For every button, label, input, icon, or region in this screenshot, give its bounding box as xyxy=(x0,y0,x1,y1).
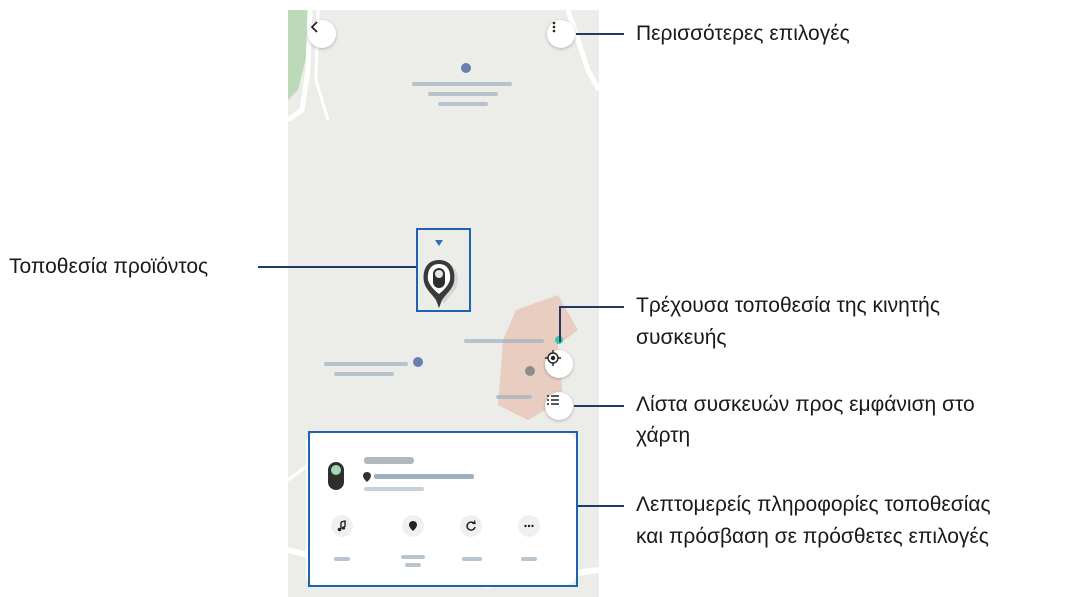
more-options-button[interactable] xyxy=(547,20,575,48)
callout-current-location-line2: συσκευής xyxy=(636,326,727,349)
callout-line-current-location-vertical xyxy=(559,306,561,342)
map-place-label xyxy=(428,92,498,96)
map-place-label xyxy=(496,395,532,399)
vertical-dots-icon xyxy=(552,21,556,33)
road xyxy=(565,10,599,92)
callout-current-location-line1: Τρέχουσα τοποθεσία της κινητής xyxy=(636,294,940,317)
callout-details-line1: Λεπτομερείς πληροφορίες τοποθεσίας xyxy=(636,493,991,516)
device-list-button[interactable] xyxy=(545,392,573,420)
callout-more-options: Περισσότερες επιλογές xyxy=(636,22,850,45)
details-card-highlight xyxy=(308,431,578,587)
map-place-label xyxy=(324,362,408,366)
map-place-label xyxy=(412,82,512,86)
map-place-label xyxy=(464,339,544,343)
callout-device-list-line2: χάρτη xyxy=(636,424,691,447)
map-place-label xyxy=(334,372,394,376)
callout-line-product-location xyxy=(258,266,416,268)
poi-marker xyxy=(413,357,423,367)
list-icon xyxy=(547,395,559,405)
map-place-label xyxy=(438,102,488,106)
chevron-left-icon xyxy=(310,21,318,33)
callout-line-device-list xyxy=(574,405,624,407)
current-location-button[interactable] xyxy=(545,350,573,378)
callout-line-details xyxy=(578,505,624,507)
callout-line-current-location xyxy=(560,306,624,308)
callout-product-location: Τοποθεσία προϊόντος xyxy=(9,255,209,278)
target-icon xyxy=(545,350,561,366)
callout-line-more-options xyxy=(576,33,624,35)
callout-device-list-line1: Λίστα συσκευών προς εμφάνιση στο xyxy=(636,393,975,416)
product-location-highlight xyxy=(416,228,471,312)
back-button[interactable] xyxy=(308,20,336,48)
poi-marker xyxy=(525,366,535,376)
poi-marker xyxy=(461,63,471,73)
callout-details-line2: και πρόσβαση σε πρόσθετες επιλογές xyxy=(636,525,989,548)
